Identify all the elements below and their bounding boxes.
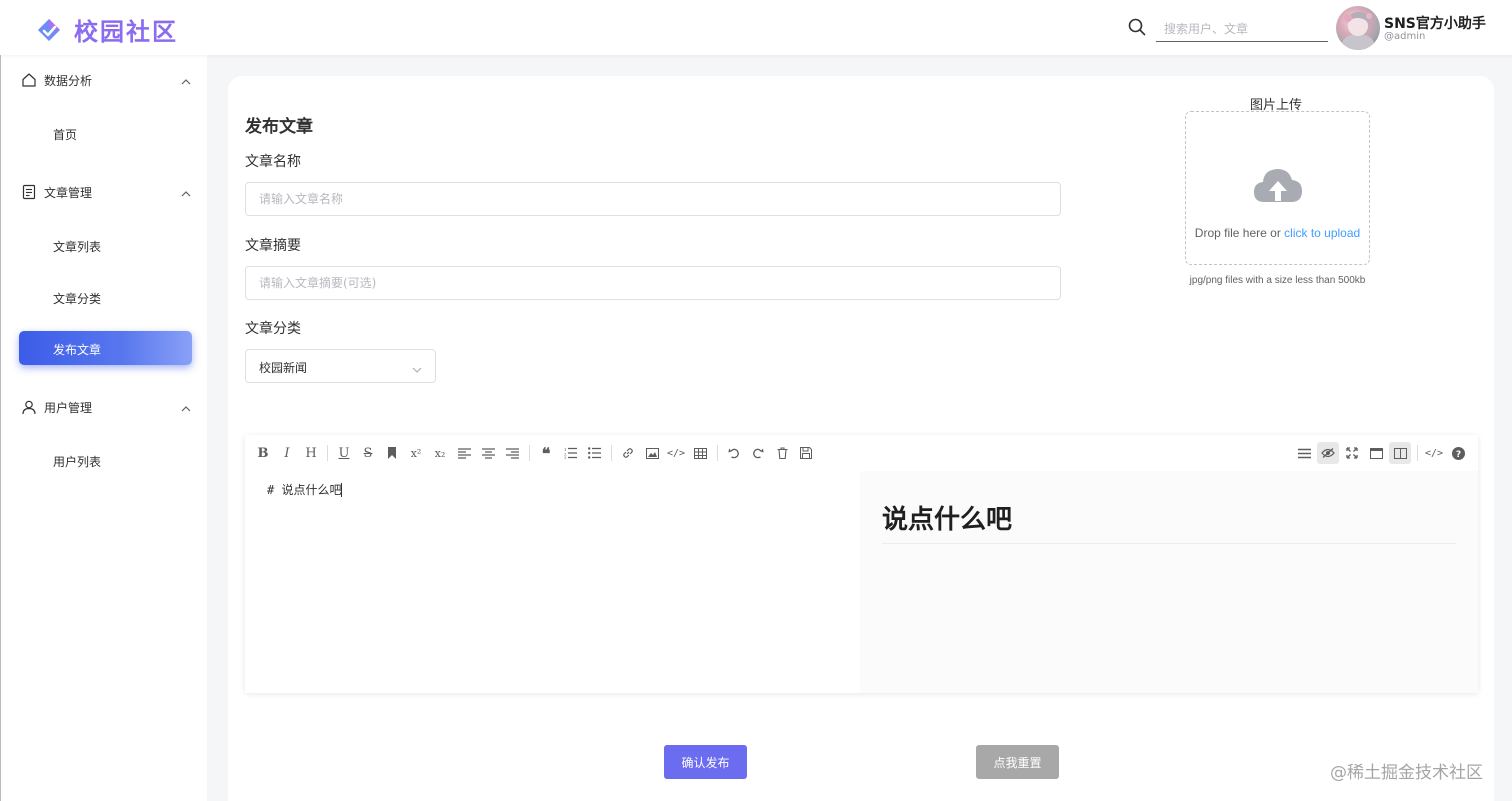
- chevron-up-icon: [180, 73, 192, 85]
- sidebar-item-label: 发布文章: [53, 343, 102, 357]
- article-summary-input[interactable]: [245, 266, 1061, 300]
- markdown-source-text: # 说点什么吧: [267, 483, 342, 497]
- sidebar-group-users[interactable]: 用户管理: [1, 387, 208, 427]
- toolbar-divider: [717, 445, 718, 461]
- article-summary-label: 文章摘要: [245, 238, 301, 254]
- text-caret: [341, 483, 343, 497]
- trash-icon[interactable]: [771, 442, 793, 464]
- ordered-list-icon[interactable]: 123: [559, 442, 581, 464]
- document-icon: [21, 184, 37, 200]
- article-name-input[interactable]: [245, 182, 1061, 216]
- unordered-list-icon[interactable]: [583, 442, 605, 464]
- article-category-label: 文章分类: [245, 321, 301, 337]
- main-card: 发布文章 文章名称 文章摘要 文章分类 校园新闻 图片上传 Drop file …: [228, 76, 1494, 801]
- sidebar-group-label: 数据分析: [44, 74, 93, 88]
- svg-text:3: 3: [564, 455, 567, 459]
- link-icon[interactable]: [617, 442, 639, 464]
- search-input[interactable]: [1156, 16, 1328, 42]
- align-center-icon[interactable]: [477, 442, 499, 464]
- upload-tip: jpg/png files with a size less than 500k…: [1189, 275, 1366, 286]
- align-left-icon[interactable]: [453, 442, 475, 464]
- sidebar-item-user-list[interactable]: 用户列表: [1, 442, 208, 478]
- sidebar-item-label: 首页: [53, 128, 78, 142]
- preview-toggle-icon[interactable]: [1317, 442, 1339, 464]
- sidebar-item-home[interactable]: 首页: [1, 115, 208, 151]
- table-icon[interactable]: [689, 442, 711, 464]
- article-name-label: 文章名称: [245, 154, 301, 170]
- watermark: @稀土掘金技术社区: [1330, 763, 1483, 783]
- svg-text:?: ?: [1455, 450, 1460, 460]
- chevron-up-icon: [180, 185, 192, 197]
- sidebar-item-article-list[interactable]: 文章列表: [1, 227, 208, 263]
- superscript-icon[interactable]: x²: [405, 442, 427, 464]
- user-handle: @admin: [1384, 31, 1426, 42]
- markdown-preview-pane: 说点什么吧: [860, 471, 1478, 693]
- code-icon[interactable]: </>: [665, 442, 687, 464]
- toolbar-divider: [1417, 445, 1418, 461]
- upload-instructions: Drop file here or click to upload: [1186, 226, 1369, 240]
- sidebar-item-article-category[interactable]: 文章分类: [1, 279, 208, 315]
- reset-button[interactable]: 点我重置: [976, 745, 1059, 779]
- preview-heading: 说点什么吧: [882, 505, 1013, 535]
- sidebar: 数据分析 首页 文章管理 文章列表 文章分类 发布文章 用户管理 用户列表: [0, 55, 207, 801]
- user-icon: [21, 399, 37, 415]
- toolbar-divider: [529, 445, 530, 461]
- markdown-source[interactable]: # 说点什么吧: [267, 481, 343, 498]
- strikethrough-icon[interactable]: S: [357, 442, 379, 464]
- app-logo[interactable]: 校园社区: [36, 12, 178, 47]
- article-category-select[interactable]: 校园新闻: [245, 349, 436, 383]
- toolbar-divider: [327, 445, 328, 461]
- redo-icon[interactable]: [747, 442, 769, 464]
- image-upload-dropzone[interactable]: Drop file here or click to upload: [1185, 111, 1370, 265]
- avatar[interactable]: [1336, 6, 1380, 50]
- sidebar-item-label: 文章分类: [53, 292, 102, 306]
- italic-icon[interactable]: I: [276, 442, 298, 464]
- sidebar-group-articles[interactable]: 文章管理: [1, 172, 208, 212]
- markdown-edit-pane[interactable]: # 说点什么吧: [245, 471, 856, 693]
- category-selected-value: 校园新闻: [259, 361, 308, 375]
- sidebar-item-publish-article[interactable]: 发布文章: [19, 331, 192, 365]
- toolbar-divider: [611, 445, 612, 461]
- top-header: 校园社区 SNS官方小助手 @admin: [0, 0, 1512, 55]
- preview-heading-rule: [882, 543, 1456, 544]
- heading-icon[interactable]: H: [300, 442, 322, 464]
- window-icon[interactable]: [1365, 442, 1387, 464]
- quote-icon[interactable]: ❝: [535, 442, 557, 464]
- subscript-icon[interactable]: x₂: [429, 442, 451, 464]
- home-icon: [21, 72, 37, 88]
- editor-toolbar: B I H U S x² x₂ ❝ 123 </> </> ?: [245, 435, 1478, 471]
- page-title: 发布文章: [245, 117, 313, 137]
- chevron-down-icon: [411, 361, 423, 373]
- app-title: 校园社区: [74, 18, 178, 46]
- align-right-icon[interactable]: [501, 442, 523, 464]
- click-to-upload-link[interactable]: click to upload: [1284, 226, 1360, 240]
- underline-icon[interactable]: U: [333, 442, 355, 464]
- navigation-icon[interactable]: [1293, 442, 1315, 464]
- logo-icon: [36, 17, 62, 43]
- html-code-icon[interactable]: </>: [1423, 442, 1445, 464]
- upload-cloud-icon: [1252, 164, 1304, 206]
- sidebar-group-label: 文章管理: [44, 186, 93, 200]
- undo-icon[interactable]: [723, 442, 745, 464]
- split-view-icon[interactable]: [1389, 442, 1411, 464]
- sidebar-group-label: 用户管理: [44, 401, 93, 415]
- publish-button[interactable]: 确认发布: [664, 745, 747, 779]
- sidebar-group-analytics[interactable]: 数据分析: [1, 60, 208, 100]
- chevron-up-icon: [180, 400, 192, 412]
- upload-drop-text: Drop file here or: [1194, 226, 1285, 240]
- markdown-editor: B I H U S x² x₂ ❝ 123 </> </> ? # 说点什么吧 …: [245, 435, 1478, 693]
- image-icon[interactable]: [641, 442, 663, 464]
- user-name[interactable]: SNS官方小助手: [1384, 13, 1486, 33]
- bold-icon[interactable]: B: [252, 442, 274, 464]
- help-icon[interactable]: ?: [1447, 442, 1469, 464]
- mark-icon[interactable]: [381, 442, 403, 464]
- sidebar-item-label: 文章列表: [53, 240, 102, 254]
- sidebar-item-label: 用户列表: [53, 455, 102, 469]
- search-icon[interactable]: [1128, 18, 1146, 36]
- fullscreen-icon[interactable]: [1341, 442, 1363, 464]
- save-icon[interactable]: [795, 442, 817, 464]
